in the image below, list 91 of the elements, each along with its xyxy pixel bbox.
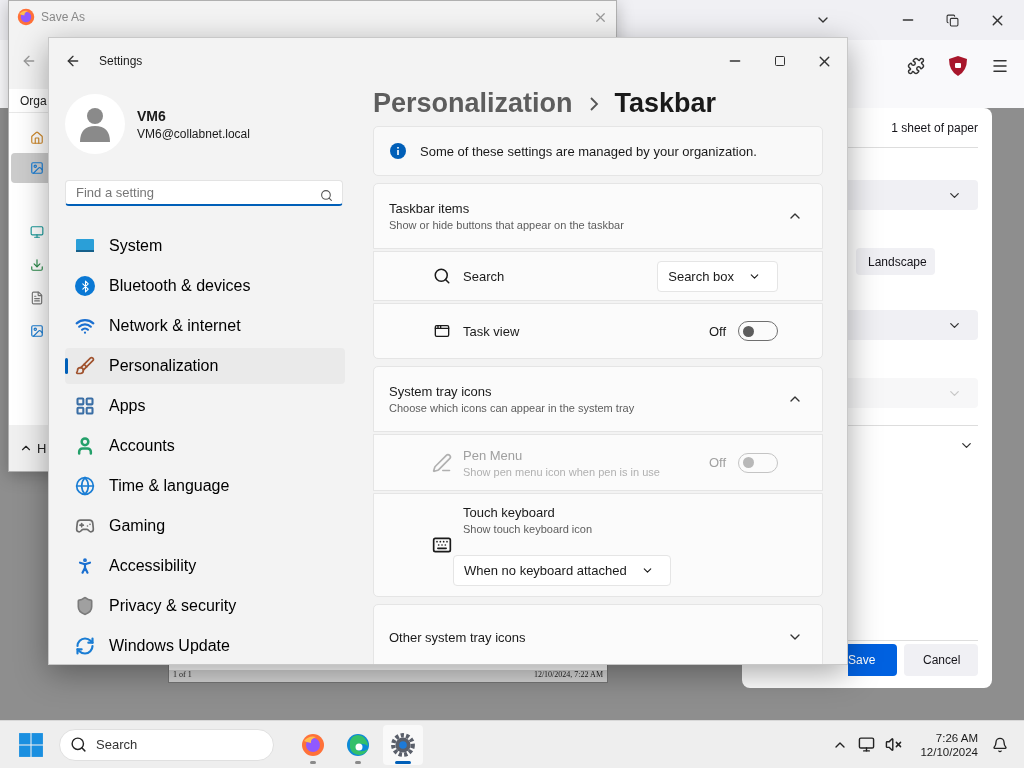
task-view-icon [434, 323, 450, 339]
search-field[interactable]: Find a setting [65, 180, 343, 206]
hide-folders-button[interactable]: H [37, 440, 47, 456]
select-field[interactable] [848, 180, 978, 210]
info-icon [390, 143, 406, 159]
download-icon [30, 258, 44, 272]
section-subtitle: Choose which icons can appear in the system tray [389, 402, 636, 414]
wifi-icon [75, 316, 95, 336]
pen-icon [432, 452, 452, 473]
shield-icon[interactable] [948, 55, 968, 77]
apps-grid-icon [75, 396, 95, 416]
firefox-icon [301, 732, 325, 757]
bell-icon[interactable] [992, 736, 1008, 753]
home-icon [30, 131, 44, 145]
maximize-icon[interactable] [773, 55, 786, 67]
nav-item[interactable]: Windows Update [65, 628, 345, 664]
setting-label: Touch keyboard [463, 504, 556, 520]
brush-icon [75, 356, 95, 376]
window-title: Settings [99, 54, 144, 68]
section-title: Other system tray icons [389, 629, 527, 645]
taskbar-app[interactable] [383, 724, 423, 765]
windows-logo-icon[interactable] [18, 731, 44, 758]
nav-item[interactable]: Personalization [65, 348, 345, 384]
firefox-icon [17, 8, 35, 26]
page-footer-text: 1 of 1 [173, 670, 192, 679]
setting-description: Show touch keyboard icon [463, 522, 594, 535]
gamepad-icon [75, 516, 95, 536]
globe-icon [75, 476, 95, 496]
setting-label: Task view [463, 323, 521, 339]
nav-item[interactable]: Apps [65, 388, 345, 424]
menu-icon[interactable] [991, 57, 1009, 75]
save-button[interactable]: Save [848, 644, 897, 676]
breadcrumb-link[interactable]: Personalization [373, 88, 573, 119]
search-icon [433, 267, 451, 285]
page-title: Taskbar [614, 88, 717, 119]
clock[interactable]: 7:26 AM 12/10/2024 [920, 731, 978, 758]
document-icon [30, 291, 44, 305]
select-field[interactable] [848, 310, 978, 340]
section-header[interactable]: Other system tray icons [373, 604, 823, 664]
gear-icon [390, 731, 416, 758]
setting-description: Show pen menu icon when pen is in use [463, 465, 661, 478]
edge-icon [346, 732, 370, 757]
selection-indicator [65, 358, 68, 374]
refresh-icon [75, 636, 95, 656]
nav-item[interactable]: Privacy & security [65, 588, 345, 624]
nav-item[interactable]: Time & language [65, 468, 345, 504]
sheet-count-text: 1 sheet of paper [891, 120, 978, 135]
toggle-state-text: Off [708, 455, 726, 470]
toggle-state-text: Off [708, 323, 726, 339]
nav-item[interactable]: Accessibility [65, 548, 345, 584]
bluetooth-icon [75, 276, 95, 296]
person-icon [79, 106, 111, 142]
keyboard-icon [432, 535, 452, 555]
chevron-right-icon [588, 96, 599, 111]
section-header[interactable]: Taskbar items Show or hide buttons that appear on the taskbar [373, 183, 823, 249]
puzzle-icon[interactable] [907, 57, 925, 75]
page-footer-text: 12/10/2024, 7:22 AM [533, 670, 603, 679]
person-icon [75, 436, 95, 456]
nav-item[interactable]: Gaming [65, 508, 345, 544]
monitor-icon [30, 225, 44, 239]
user-name: VM6 [137, 107, 167, 124]
setting-label: Search [463, 268, 506, 284]
monitor-icon [75, 238, 95, 254]
section-subtitle: Show or hide buttons that appear on the taskbar [389, 219, 625, 231]
cancel-button[interactable]: Cancel [904, 644, 978, 676]
nav-item[interactable]: System [65, 228, 345, 264]
dropdown[interactable]: Search box [657, 260, 778, 292]
network-icon[interactable] [858, 736, 876, 753]
nav-item[interactable] [11, 153, 48, 183]
shield-icon [75, 596, 95, 616]
picture-icon [30, 161, 44, 175]
muted-speaker-icon[interactable] [885, 736, 903, 753]
picture-icon [30, 324, 44, 338]
setting-label: Pen Menu [463, 447, 524, 463]
section-title: System tray icons [389, 384, 493, 399]
info-text: Some of these settings are managed by your organization. [420, 143, 757, 159]
user-email: VM6@collabnet.local [137, 126, 250, 141]
nav-item[interactable]: Accounts [65, 428, 345, 464]
organize-button[interactable]: Orga [20, 93, 47, 108]
window-title: Save As [41, 10, 87, 24]
nav-item[interactable]: Network & internet [65, 308, 345, 344]
section-header[interactable]: System tray icons Choose which icons can appear in the system tray [373, 366, 823, 432]
search-icon [70, 736, 87, 753]
back-icon[interactable] [65, 53, 81, 69]
restore-icon[interactable] [946, 13, 959, 27]
section-title: Taskbar items [389, 201, 471, 216]
search-icon [320, 189, 333, 202]
taskbar-search[interactable]: Search [59, 728, 274, 761]
landscape-button[interactable]: Landscape [856, 248, 935, 275]
nav-item[interactable]: Bluetooth & devices [65, 268, 345, 304]
dropdown[interactable]: When no keyboard attached [453, 554, 671, 586]
